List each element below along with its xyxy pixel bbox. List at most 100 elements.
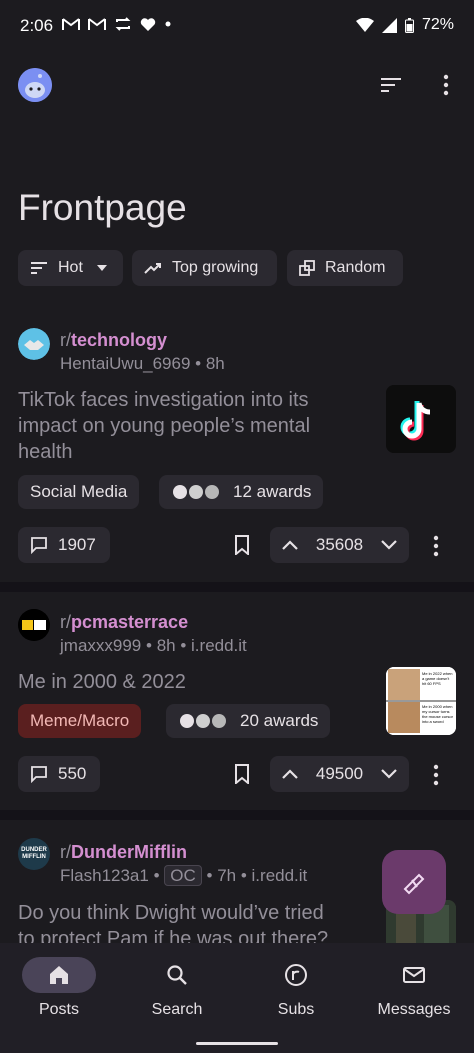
- post-title-line: Me in 2000 & 2022: [18, 671, 186, 693]
- post-time: 7h: [217, 866, 237, 885]
- post-card[interactable]: r/technology HentaiUwu_6969 • 8h TikTok …: [0, 310, 474, 582]
- status-time: 2:06: [20, 16, 54, 35]
- gmail-icon: [88, 18, 106, 30]
- battery-icon: [404, 17, 414, 33]
- post-title-line: to protect Pam if he was out there?: [18, 928, 329, 943]
- subreddit-name[interactable]: r/pcmasterrace: [60, 612, 188, 633]
- comments-count: 1907: [58, 535, 96, 554]
- subreddit-prefix: r/: [60, 842, 71, 862]
- subreddit-icon-pcmasterrace[interactable]: [18, 609, 50, 641]
- chevron-down-icon: [96, 265, 107, 271]
- downvote-icon[interactable]: [381, 769, 397, 779]
- battery-percent: 72%: [421, 16, 454, 33]
- post-domain[interactable]: i.redd.it: [191, 636, 247, 655]
- status-bar: 2:06 72%: [0, 0, 474, 52]
- filter-chip-label: Hot: [58, 259, 83, 276]
- logo-line: DUNDER: [21, 847, 47, 853]
- signal-icon: [381, 17, 397, 33]
- bottom-navigation: Posts Search Subs Messages: [0, 943, 474, 1053]
- post-title[interactable]: TikTok faces investigation into its impa…: [18, 387, 368, 465]
- dunder-mifflin-logo-text: DUNDER MIFFLIN: [18, 847, 50, 861]
- post-author[interactable]: HentaiUwu_6969: [60, 354, 190, 373]
- random-icon: [299, 260, 315, 276]
- post-thumbnail[interactable]: [386, 385, 456, 453]
- gmail-icon: [62, 18, 80, 30]
- pcmr-logo-icon: [18, 609, 50, 641]
- subreddit-name[interactable]: r/technology: [60, 330, 167, 351]
- post-time: 8h: [205, 354, 225, 373]
- post-thumbnail[interactable]: Me in 2022 when a game doesn't hit 60 FP…: [386, 667, 456, 735]
- post-domain[interactable]: i.redd.it: [252, 866, 308, 885]
- subreddit-name[interactable]: r/DunderMifflin: [60, 842, 187, 863]
- home-indicator[interactable]: [196, 1042, 278, 1045]
- downvote-icon[interactable]: [381, 540, 397, 550]
- subreddit-icon-technology[interactable]: [18, 328, 50, 360]
- awards-icons: [180, 714, 226, 728]
- post-title[interactable]: Me in 2000 & 2022: [18, 669, 368, 695]
- compose-fab[interactable]: [382, 850, 446, 914]
- awards-chip[interactable]: 12 awards: [159, 475, 324, 509]
- subreddit-label: DunderMifflin: [71, 842, 187, 862]
- vote-score: 35608: [315, 535, 364, 554]
- comments-button[interactable]: 550: [18, 756, 100, 792]
- home-icon: [50, 966, 68, 984]
- filter-chip-random[interactable]: Random: [287, 250, 403, 286]
- filter-chip-top-growing[interactable]: Top growing: [132, 250, 277, 286]
- nav-subs[interactable]: Subs: [237, 943, 355, 1033]
- post-author[interactable]: jmaxxx999: [60, 636, 141, 655]
- search-icon: [167, 965, 187, 985]
- nav-posts[interactable]: Posts: [0, 943, 118, 1033]
- post-meta: Flash123a1 • OC • 7h • i.redd.it: [60, 865, 308, 886]
- awards-chip[interactable]: 20 awards: [166, 704, 331, 738]
- upvote-icon[interactable]: [282, 540, 298, 550]
- upvote-icon[interactable]: [282, 769, 298, 779]
- post-more-icon[interactable]: [426, 535, 446, 557]
- nav-label: Posts: [38, 1001, 79, 1018]
- bookmark-icon: [235, 535, 249, 555]
- nav-messages[interactable]: Messages: [355, 943, 473, 1033]
- nav-search[interactable]: Search: [118, 943, 236, 1033]
- more-vert-icon[interactable]: [436, 74, 456, 96]
- filter-chip-label: Top growing: [172, 259, 259, 276]
- vote-control: 49500: [270, 756, 409, 792]
- top-app-bar: Frontpage Hot Top growing Random: [0, 52, 474, 310]
- nav-label: Messages: [377, 1001, 451, 1018]
- oc-badge: OC: [164, 865, 202, 886]
- dot-icon: [165, 21, 171, 27]
- post-author[interactable]: Flash123a1: [60, 866, 149, 885]
- post-card[interactable]: r/pcmasterrace jmaxxx999 • 8h • i.redd.i…: [0, 592, 474, 810]
- post-meta: HentaiUwu_6969 • 8h: [60, 354, 225, 373]
- thumbnail-caption-bottom: Me in 2000 when my cursor turns the mous…: [422, 704, 453, 724]
- filter-chip-hot[interactable]: Hot: [18, 250, 123, 286]
- subreddit-label: pcmasterrace: [71, 612, 189, 632]
- tiktok-logo-icon: [386, 385, 456, 453]
- sort-options-icon[interactable]: [379, 76, 403, 94]
- subreddit-icon-dundermifflin[interactable]: DUNDER MIFFLIN: [18, 838, 50, 870]
- post-title-line: Do you think Dwight would’ve tried: [18, 902, 324, 924]
- post-title-line: TikTok faces investigation into its: [18, 389, 309, 411]
- subreddit-prefix: r/: [60, 330, 71, 350]
- avatar[interactable]: [18, 68, 52, 102]
- post-title-line: health: [18, 441, 73, 463]
- save-button[interactable]: [230, 762, 254, 786]
- nav-label: Subs: [277, 1001, 315, 1018]
- trending-up-icon: [144, 263, 161, 274]
- logo-line: MIFFLIN: [22, 854, 46, 860]
- bookmark-icon: [235, 764, 249, 784]
- post-title-line: impact on young people’s mental: [18, 415, 311, 437]
- comments-button[interactable]: 1907: [18, 527, 110, 563]
- post-flair[interactable]: Meme/Macro: [18, 704, 142, 738]
- post-flair[interactable]: Social Media: [18, 475, 140, 509]
- create-post-icon: [403, 873, 425, 895]
- filter-chip-label: Random: [325, 259, 386, 276]
- sort-icon: [31, 262, 47, 274]
- system-status: 72%: [355, 16, 454, 34]
- sync-icon: [115, 17, 131, 31]
- mail-icon: [403, 967, 425, 983]
- post-title[interactable]: Do you think Dwight would’ve tried to pr…: [18, 900, 368, 943]
- post-more-icon[interactable]: [426, 764, 446, 786]
- awards-count: 12 awards: [233, 482, 312, 501]
- save-button[interactable]: [230, 533, 254, 557]
- post-time: 8h: [156, 636, 176, 655]
- subreddit-label: technology: [71, 330, 168, 350]
